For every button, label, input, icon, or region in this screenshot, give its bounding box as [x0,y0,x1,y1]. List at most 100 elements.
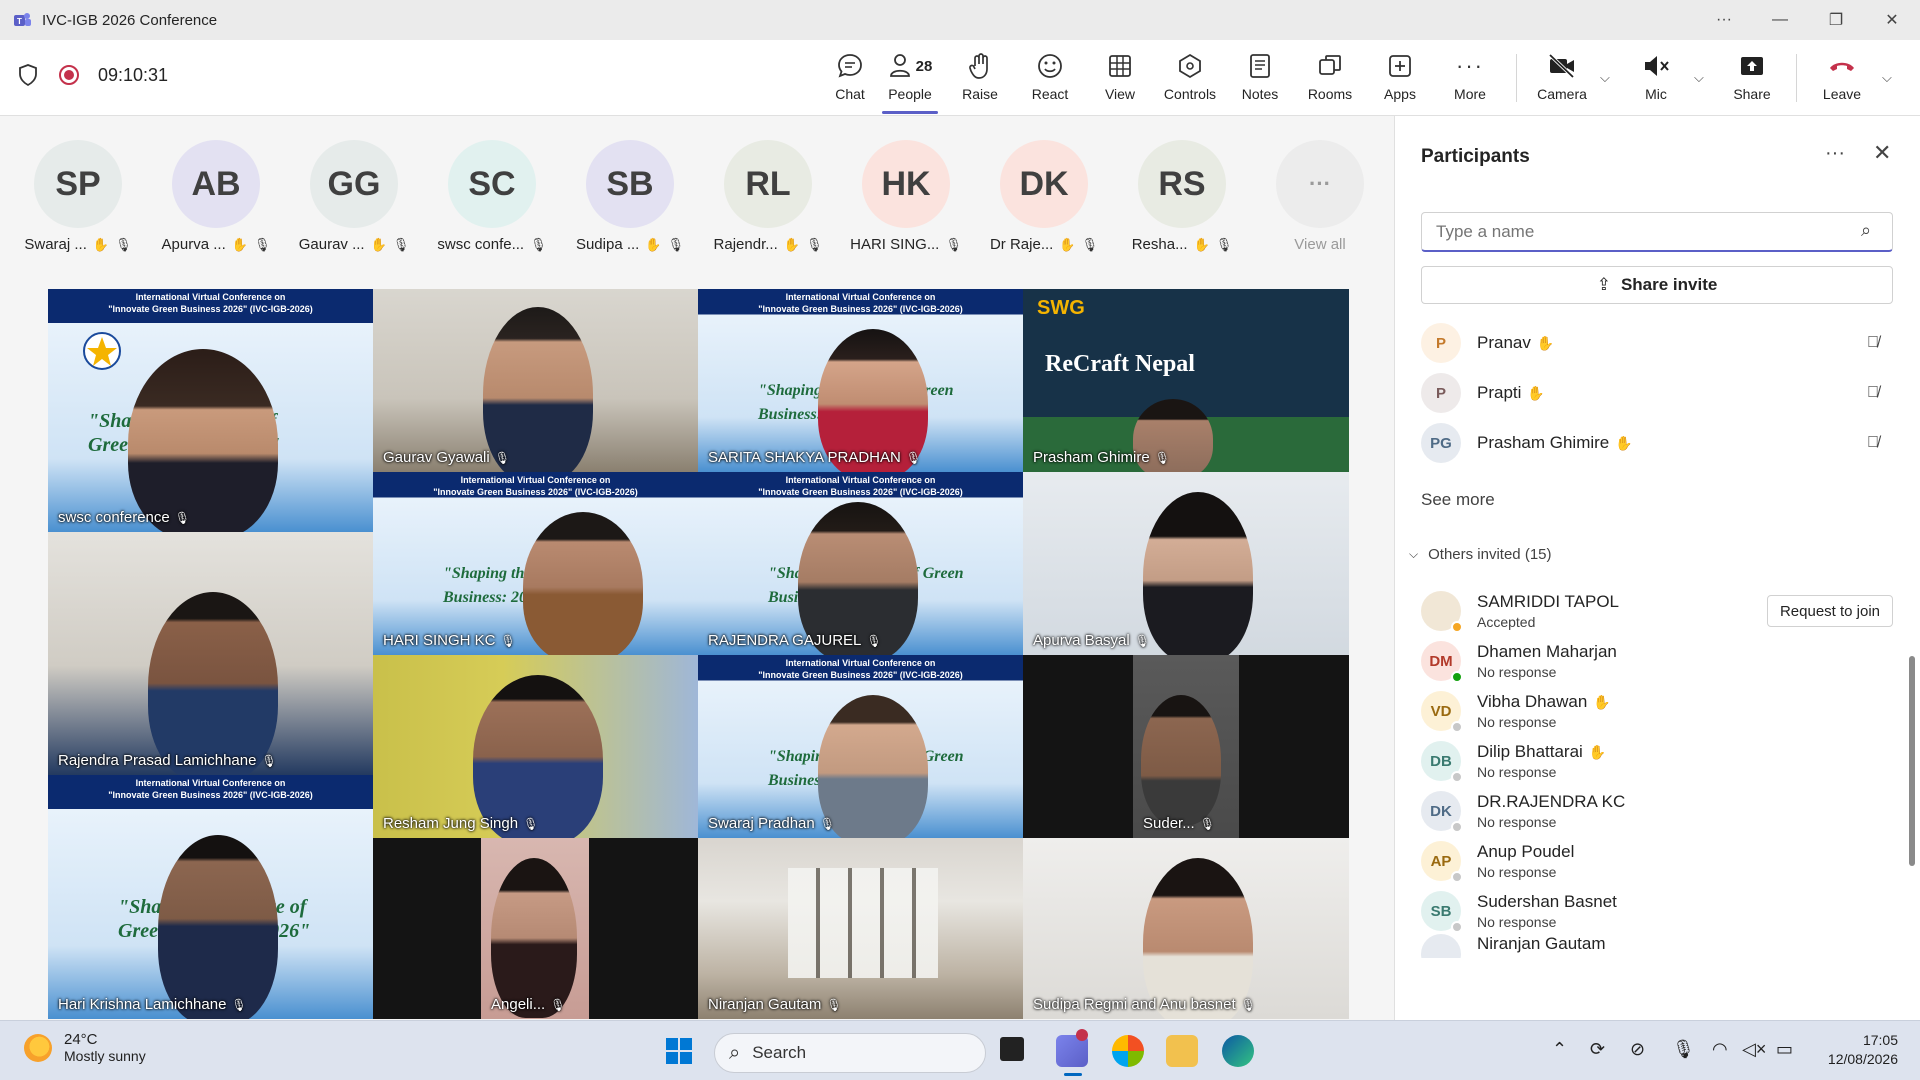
avatar-strip-item[interactable]: SC swsc confe... 🎙 [422,140,562,253]
notification-dot [1076,1029,1088,1041]
video-tile[interactable]: International Virtual Conference on "Inno… [698,655,1023,838]
windows-start-icon[interactable] [665,1037,693,1065]
mic-options-chevron-icon[interactable]: ⌵ [1694,70,1704,86]
controls-button[interactable]: Controls [1160,50,1220,112]
speaker-muted-icon[interactable]: ◁× [1742,1039,1766,1060]
toolbar-divider [1516,54,1517,102]
panel-scrollbar[interactable] [1909,656,1915,866]
participant-row[interactable]: PG Prasham Ghimire ✋ 🎙̸ [1421,418,1893,468]
share-invite-button[interactable]: ⇪ Share invite [1421,266,1893,304]
tile-name-label: Angeli... 🎙 [491,996,566,1013]
weather-widget[interactable]: 24°C Mostly sunny [24,1031,146,1064]
apps-button[interactable]: Apps [1372,50,1428,112]
avatar-strip-item[interactable]: RS Resha... ✋ 🎙 [1112,140,1252,253]
invited-row[interactable]: VD Vibha Dhawan ✋ No response [1421,686,1893,736]
task-view-icon[interactable] [1000,1037,1024,1061]
invited-row[interactable]: DM Dhamen Maharjan No response [1421,636,1893,686]
avatar-strip-item[interactable]: SP Swaraj ... ✋ 🎙 [8,140,148,253]
avatar-strip-item[interactable]: GG Gaurav ... ✋ 🎙 [284,140,424,253]
video-tile[interactable]: Sudipa Regmi and Anu basnet 🎙 [1023,838,1349,1019]
copilot-icon[interactable] [1112,1035,1144,1067]
invited-row[interactable]: AP Anup Poudel No response [1421,836,1893,886]
participant-row[interactable]: P Pranav ✋ 🎙̸ [1421,318,1893,368]
avatar-strip-item[interactable]: AB Apurva ... ✋ 🎙 [146,140,286,253]
minimize-button[interactable]: — [1752,0,1808,40]
react-button[interactable]: React [1022,50,1078,112]
avatar: VD [1421,691,1463,733]
video-tile[interactable]: International Virtual Conference on "Inno… [373,472,698,655]
video-tile[interactable]: Rajendra Prasad Lamichhane 🎙 [48,532,373,775]
leave-options-chevron-icon[interactable]: ⌵ [1882,70,1892,86]
video-tile[interactable]: Niranjan Gautam 🎙 [698,838,1023,1019]
shield-icon[interactable] [18,64,38,86]
avatar-strip-item[interactable]: SB Sudipa ... ✋ 🎙 [560,140,700,253]
wifi-icon[interactable]: ◠ [1712,1039,1728,1060]
video-tile[interactable]: Suder... 🎙 [1023,655,1349,838]
video-tile[interactable]: International Virtual Conference on "Inno… [48,775,373,1019]
chat-button[interactable]: Chat [822,50,878,112]
presence-status-icon [1451,771,1463,783]
share-button[interactable]: Share [1724,50,1780,112]
mic-off-icon[interactable]: 🎙̸ [1867,334,1879,352]
mic-off-icon: 🎙 [1199,816,1215,831]
video-tile[interactable]: International Virtual Conference on "Inno… [48,289,373,532]
leave-button[interactable]: Leave [1812,50,1872,112]
camera-off-tray-icon[interactable]: ⊘ [1630,1039,1645,1060]
participant-row[interactable]: P Prapti ✋ 🎙̸ [1421,368,1893,418]
video-tile[interactable]: Gaurav Gyawali 🎙 [373,289,698,472]
mic-off-icon[interactable]: 🎙̸ [1867,434,1879,452]
sun-icon [24,1033,52,1062]
invite-status: No response [1477,864,1557,880]
search-icon[interactable]: ⌕ [1861,220,1871,241]
panel-more-icon[interactable]: ··· [1825,142,1845,165]
see-more-link[interactable]: See more [1421,490,1495,510]
close-window-button[interactable]: ✕ [1864,0,1920,40]
more-button[interactable]: ··· More [1442,50,1498,112]
video-tile[interactable]: Resham Jung Singh 🎙 [373,655,698,838]
avatar-strip-item[interactable]: DK Dr Raje... ✋ 🎙 [974,140,1114,253]
participant-search-input[interactable] [1421,212,1893,252]
sync-icon[interactable]: ⟳ [1590,1039,1605,1060]
system-clock[interactable]: 17:05 12/08/2026 [1818,1031,1898,1069]
video-tile[interactable]: International Virtual Conference on "Inno… [698,472,1023,655]
battery-icon[interactable]: ▭ [1776,1039,1793,1060]
raise-hand-button[interactable]: Raise [952,50,1008,112]
others-invited-header[interactable]: ⌵ Others invited (15) [1409,546,1552,563]
video-tile[interactable]: International Virtual Conference on "Inno… [698,289,1023,472]
ellipsis-icon: ··· [1276,140,1364,228]
avatar-name: Swaraj ... [24,236,87,253]
view-all-button[interactable]: ··· View all [1250,140,1390,253]
people-button[interactable]: 28 People [880,50,940,114]
notes-icon [1250,54,1270,78]
invited-row[interactable]: SAMRIDDI TAPOL Accepted Request to join [1421,586,1893,636]
view-button[interactable]: View [1092,50,1148,112]
restore-button[interactable]: ❐ [1808,0,1864,40]
avatar-strip-item[interactable]: HK HARI SING... 🎙 [836,140,976,253]
camera-button[interactable]: Camera [1532,50,1592,112]
invited-row[interactable]: SB Sudershan Basnet No response [1421,886,1893,936]
title-bar: T IVC-IGB 2026 Conference ··· — ❐ ✕ [0,0,1920,40]
camera-options-chevron-icon[interactable]: ⌵ [1600,70,1610,86]
video-tile[interactable]: Angeli... 🎙 [373,838,698,1019]
mic-off-icon: 🎙 [1154,450,1170,465]
mic-off-icon[interactable]: 🎙̸ [1867,384,1879,402]
mic-muted-tray-icon[interactable]: 🎙 [1672,1039,1695,1060]
video-tile[interactable]: SWG ReCraft Nepal Prasham Ghimire 🎙 [1023,289,1349,472]
video-tile[interactable]: Apurva Basyal 🎙 [1023,472,1349,655]
mic-button[interactable]: Mic [1628,50,1684,112]
invited-row[interactable]: DB Dilip Bhattarai ✋ No response [1421,736,1893,786]
file-explorer-icon[interactable] [1166,1035,1198,1067]
mic-off-icon: 🎙 [1215,236,1233,252]
avatar-strip-item[interactable]: RL Rajendr... ✋ 🎙 [698,140,838,253]
invited-row[interactable]: DK DR.RAJENDRA KC No response [1421,786,1893,836]
more-options-icon[interactable]: ··· [1696,0,1752,40]
invitee-name: SAMRIDDI TAPOL [1477,592,1620,611]
taskbar-search[interactable]: ⌕ Search [714,1033,986,1073]
chevron-up-icon[interactable]: ⌃ [1552,1039,1567,1060]
notes-button[interactable]: Notes [1232,50,1288,112]
edge-browser-icon[interactable] [1222,1035,1254,1067]
request-to-join-button[interactable]: Request to join [1767,595,1893,627]
close-icon[interactable]: ✕ [1873,140,1891,166]
invited-row[interactable]: Niranjan Gautam [1421,934,1893,958]
rooms-button[interactable]: Rooms [1302,50,1358,112]
